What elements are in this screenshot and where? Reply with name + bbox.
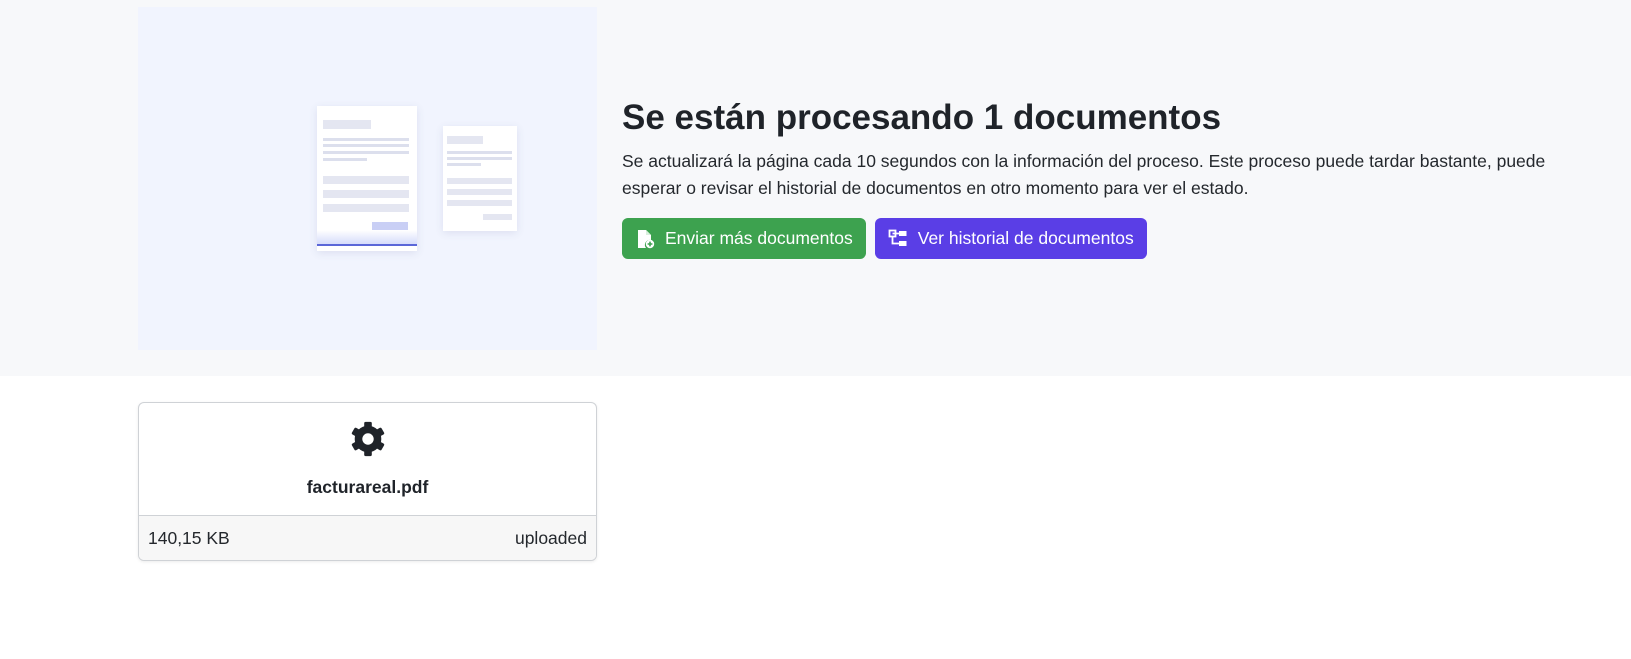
document-file-size: 140,15 KB	[148, 528, 230, 548]
documents-illustration	[138, 7, 597, 350]
document-illustration-large	[317, 106, 417, 251]
document-illustration-small	[443, 126, 517, 231]
hero-section: Se están procesando 1 documentos Se actu…	[0, 0, 1631, 376]
document-card-body: facturareal.pdf	[139, 403, 596, 515]
file-plus-icon	[638, 229, 655, 248]
view-document-history-label: Ver historial de documentos	[917, 228, 1134, 248]
tree-structure-icon	[888, 229, 907, 246]
action-buttons: Enviar más documentos Ver historial de d…	[622, 218, 1582, 259]
page-title: Se están procesando 1 documentos	[622, 98, 1222, 137]
processing-info: Se están procesando 1 documentos Se actu…	[622, 96, 1582, 259]
document-card-footer: 140,15 KB uploaded	[139, 515, 596, 560]
gear-icon	[351, 421, 385, 457]
document-file-name: facturareal.pdf	[306, 477, 429, 497]
send-more-documents-button[interactable]: Enviar más documentos	[622, 218, 866, 259]
document-status: uploaded	[514, 528, 587, 548]
send-more-documents-label: Enviar más documentos	[665, 228, 853, 248]
page-description: Se actualizará la página cada 10 segundo…	[622, 151, 1546, 198]
view-document-history-button[interactable]: Ver historial de documentos	[874, 218, 1147, 259]
document-card[interactable]: facturareal.pdf 140,15 KB uploaded	[138, 402, 597, 561]
